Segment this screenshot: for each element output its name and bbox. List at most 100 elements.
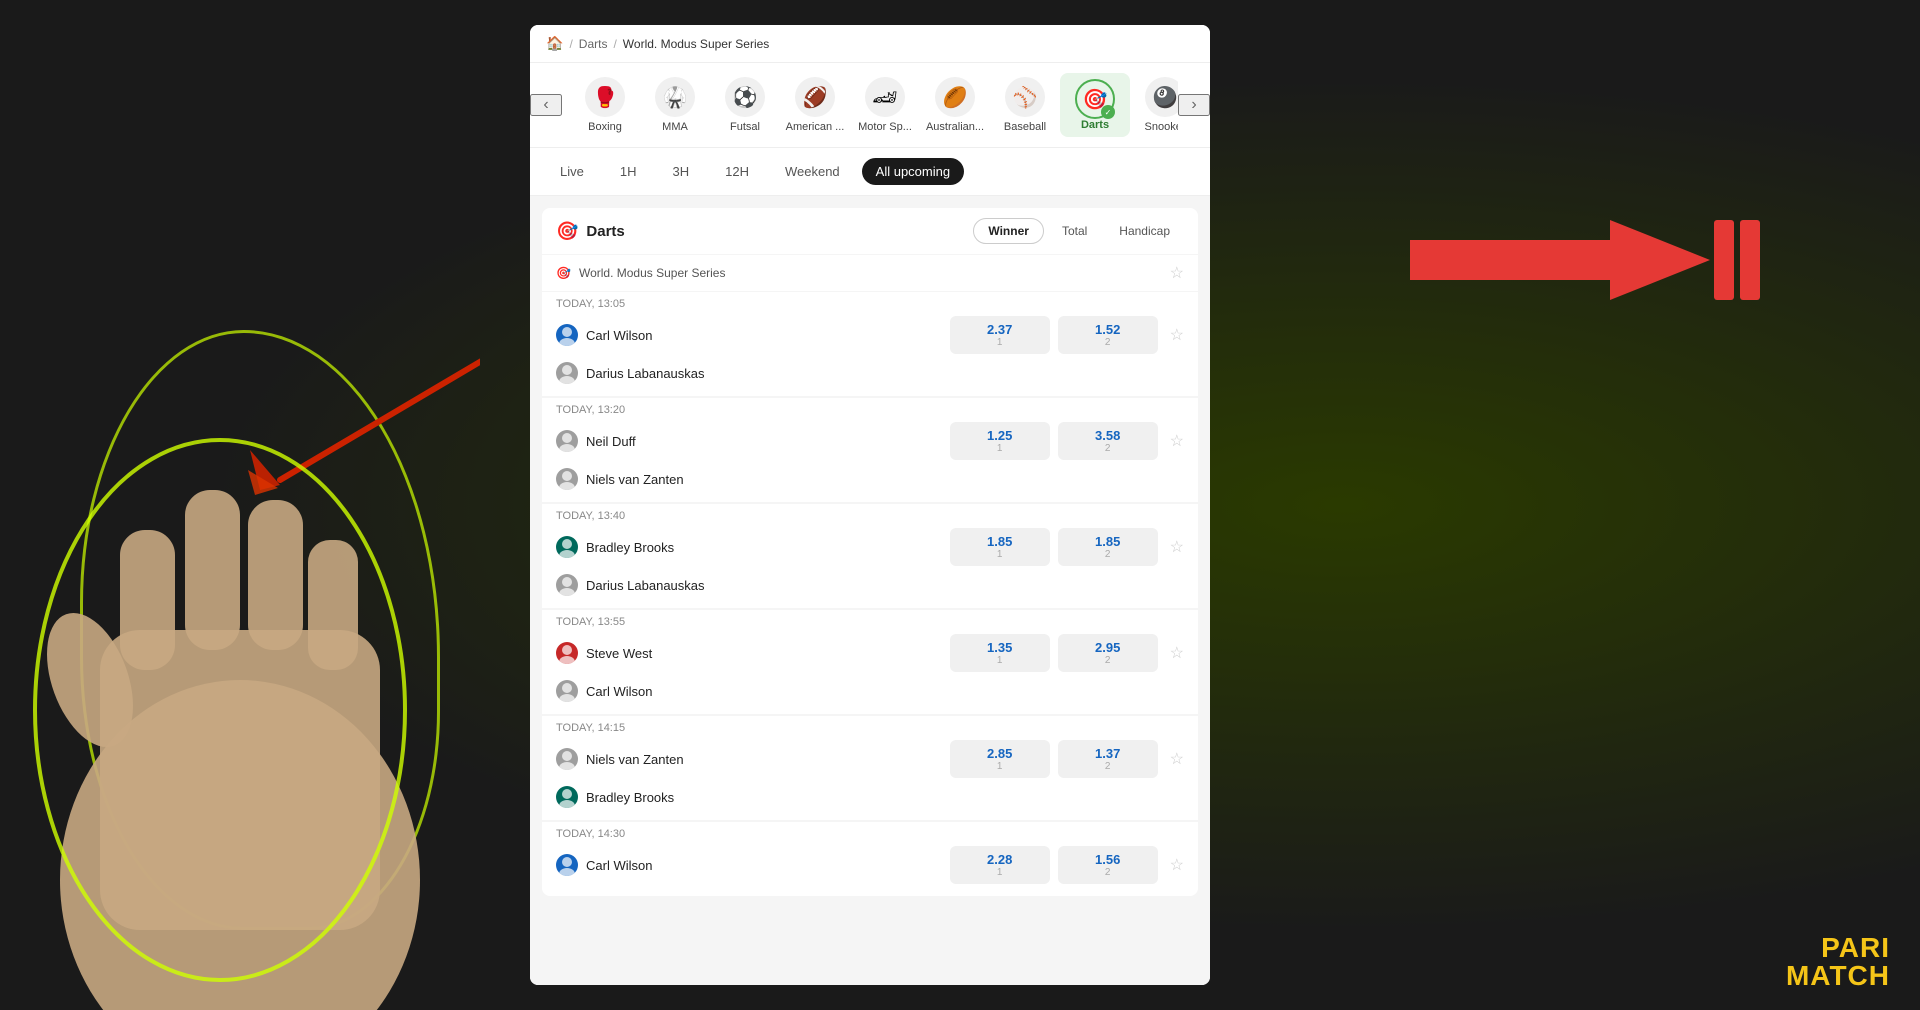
sport-item-boxing[interactable]: 🥊 Boxing (570, 71, 640, 139)
match-time-1355: Today, 13:55 (542, 610, 1198, 630)
snooker-icon: 🎱 (1145, 77, 1178, 117)
odds-btn-1320-2[interactable]: 3.58 2 (1058, 422, 1158, 460)
sport-item-darts[interactable]: 🎯 ✓ Darts (1060, 73, 1130, 137)
tournament-row: 🎯 World. Modus Super Series ☆ (542, 255, 1198, 291)
odds-value-1415-2: 1.37 (1058, 746, 1158, 761)
tournament-favorite[interactable]: ☆ (1170, 263, 1184, 283)
match-row: Carl Wilson 2.37 1 1.52 2 ☆ (556, 312, 1184, 358)
section-tabs: Winner Total Handicap (973, 218, 1184, 244)
player-avatar-cw3 (556, 854, 578, 876)
odds-value-1320-2: 3.58 (1058, 428, 1158, 443)
match-block-1340: Today, 13:40 Bradley Brooks 1.85 1 1.85 (542, 504, 1198, 608)
sport-item-snooker[interactable]: 🎱 Snooker (1130, 71, 1178, 139)
filter-weekend[interactable]: Weekend (771, 158, 854, 185)
odds-num-1340-1: 1 (950, 549, 1050, 560)
odds-num-1340-2: 2 (1058, 549, 1158, 560)
active-check: ✓ (1101, 105, 1115, 119)
odds-value-1430-1: 2.28 (950, 852, 1050, 867)
arrow-bar-2 (1740, 220, 1760, 300)
filter-3h[interactable]: 3H (658, 158, 703, 185)
boxing-icon: 🥊 (585, 77, 625, 117)
sport-label-boxing: Boxing (588, 121, 622, 133)
sport-item-australian[interactable]: 🏉 Australian... (920, 71, 990, 139)
odds-btn-1340-2[interactable]: 1.85 2 (1058, 528, 1158, 566)
player-avatar-sw (556, 642, 578, 664)
match-fav-1415[interactable]: ☆ (1170, 749, 1184, 769)
content-area: 🎯 Darts Winner Total Handicap 🎯 World. M… (530, 196, 1210, 985)
australian-icon: 🏉 (935, 77, 975, 117)
match-block-1320: Today, 13:20 Neil Duff 1.25 1 3.58 (542, 398, 1198, 502)
match-row-dl1: Darius Labanauskas (556, 358, 1184, 388)
odds-value-1355-2: 2.95 (1058, 640, 1158, 655)
odds-btn-1340-1[interactable]: 1.85 1 (950, 528, 1050, 566)
odds-num-1430-1: 1 (950, 867, 1050, 878)
main-panel: 🏠 / Darts / World. Modus Super Series ‹ … (530, 25, 1210, 985)
sport-item-motor[interactable]: 🏎 Motor Sp... (850, 71, 920, 139)
sport-item-mma[interactable]: 🥋 MMA (640, 71, 710, 139)
odds-btn-1355-1[interactable]: 1.35 1 (950, 634, 1050, 672)
red-arrow (1410, 220, 1760, 300)
section-header: 🎯 Darts Winner Total Handicap (542, 208, 1198, 254)
match-time-1340: Today, 13:40 (542, 504, 1198, 524)
logo-pari: PARI (1821, 934, 1890, 962)
sport-item-baseball[interactable]: ⚾ Baseball (990, 71, 1060, 139)
match-time-1320: Today, 13:20 (542, 398, 1198, 418)
filter-live[interactable]: Live (546, 158, 598, 185)
player-name-sw: Steve West (586, 646, 942, 661)
match-fav-1320[interactable]: ☆ (1170, 431, 1184, 451)
home-icon[interactable]: 🏠 (546, 35, 563, 52)
odds-btn-1320-1[interactable]: 1.25 1 (950, 422, 1050, 460)
odds-btn-1430-2[interactable]: 1.56 2 (1058, 846, 1158, 884)
match-fav-1340[interactable]: ☆ (1170, 537, 1184, 557)
filter-all-upcoming[interactable]: All upcoming (862, 158, 964, 185)
breadcrumb-darts[interactable]: Darts (579, 37, 608, 51)
tab-winner[interactable]: Winner (973, 218, 1044, 244)
match-block-1430: Today, 14:30 Carl Wilson 2.28 1 1.56 (542, 822, 1198, 896)
sport-item-american[interactable]: 🏈 American ... (780, 71, 850, 139)
odds-btn-1305-2[interactable]: 1.52 2 (1058, 316, 1158, 354)
odds-num-1305-2: 2 (1058, 337, 1158, 348)
match-row-nvz1: Niels van Zanten (556, 464, 1184, 494)
odds-num-1320-1: 1 (950, 443, 1050, 454)
player-name-nvz1: Niels van Zanten (586, 472, 1184, 487)
odds-btn-1305-1[interactable]: 2.37 1 (950, 316, 1050, 354)
sport-label-motor: Motor Sp... (858, 121, 912, 133)
match-block-1305: Today, 13:05 Carl Wilson 2.37 1 1.52 (542, 292, 1198, 396)
match-fav-1305[interactable]: ☆ (1170, 325, 1184, 345)
odds-container-1340: 1.85 1 1.85 2 (950, 528, 1158, 566)
breadcrumb-sep-2: / (613, 37, 616, 51)
player-name-dl1: Darius Labanauskas (586, 366, 1184, 381)
match-fav-1430[interactable]: ☆ (1170, 855, 1184, 875)
player-avatar-nvz2 (556, 748, 578, 770)
player-name-bb1: Bradley Brooks (586, 540, 942, 555)
match-row-cw2: Carl Wilson (556, 676, 1184, 706)
odds-value-1415-1: 2.85 (950, 746, 1050, 761)
time-filters: Live 1H 3H 12H Weekend All upcoming (530, 148, 1210, 196)
filter-12h[interactable]: 12H (711, 158, 763, 185)
logo-match: MATCH (1786, 962, 1890, 990)
odds-container-1320: 1.25 1 3.58 2 (950, 422, 1158, 460)
player-name-nvz2: Niels van Zanten (586, 752, 942, 767)
match-time-1430: Today, 14:30 (542, 822, 1198, 842)
darts-icon: 🎯 ✓ (1075, 79, 1115, 119)
tab-handicap[interactable]: Handicap (1105, 218, 1184, 244)
match-fav-1355[interactable]: ☆ (1170, 643, 1184, 663)
odds-btn-1415-2[interactable]: 1.37 2 (1058, 740, 1158, 778)
player-avatar-cw2 (556, 680, 578, 702)
odds-btn-1415-1[interactable]: 2.85 1 (950, 740, 1050, 778)
tournament-info: 🎯 World. Modus Super Series (556, 266, 725, 280)
section-title: 🎯 Darts (556, 221, 625, 242)
arrow-svg (1410, 220, 1710, 300)
sports-nav-next[interactable]: › (1178, 94, 1210, 116)
match-rows-1415: Niels van Zanten 2.85 1 1.37 2 ☆ (542, 736, 1198, 820)
filter-1h[interactable]: 1H (606, 158, 651, 185)
odds-btn-1355-2[interactable]: 2.95 2 (1058, 634, 1158, 672)
match-row-nvz2: Niels van Zanten 2.85 1 1.37 2 ☆ (556, 736, 1184, 782)
sports-nav-prev[interactable]: ‹ (530, 94, 562, 116)
match-block-1355: Today, 13:55 Steve West 1.35 1 2.95 (542, 610, 1198, 714)
match-time-1415: Today, 14:15 (542, 716, 1198, 736)
odds-btn-1430-1[interactable]: 2.28 1 (950, 846, 1050, 884)
sport-item-futsal[interactable]: ⚽ Futsal (710, 71, 780, 139)
odds-num-1430-2: 2 (1058, 867, 1158, 878)
tab-total[interactable]: Total (1048, 218, 1101, 244)
